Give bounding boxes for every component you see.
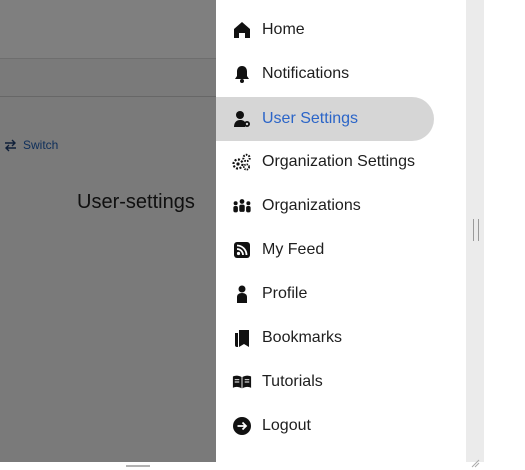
nav-item-organizations[interactable]: Organizations [216,184,434,228]
bookmarks-icon [232,328,252,348]
nav-item-label: Organizations [262,197,361,214]
nav-item-label: Tutorials [262,373,323,390]
user-settings-icon [232,109,252,129]
person-icon [232,284,252,304]
bell-icon [232,64,252,84]
nav-item-label: Notifications [262,65,350,82]
nav-item-notifications[interactable]: Notifications [216,52,434,96]
bottom-strip [0,462,525,470]
nav-item-bookmarks[interactable]: Bookmarks [216,316,434,360]
home-icon [232,20,252,40]
nav-item-label: Logout [262,417,311,434]
nav-item-label: User Settings [262,110,359,127]
people-icon [232,196,252,216]
nav-item-label: My Feed [262,241,325,258]
resize-grip-icon[interactable] [470,458,480,468]
resize-handle[interactable] [473,219,479,241]
nav-item-organization-settings[interactable]: Organization Settings [216,140,434,184]
gears-icon [232,152,252,172]
nav-item-profile[interactable]: Profile [216,272,434,316]
nav-item-label: Bookmarks [262,329,343,346]
app-window: Switch User-settings Home Notifications … [0,0,525,470]
nav-item-tutorials[interactable]: Tutorials [216,360,434,404]
nav-item-logout[interactable]: Logout [216,404,434,448]
bottom-resize-handle[interactable] [126,465,150,467]
nav-item-label: Organization Settings [262,153,415,170]
nav-item-my-feed[interactable]: My Feed [216,228,434,272]
nav-item-label: Home [262,21,305,38]
nav-item-user-settings[interactable]: User Settings [216,97,434,141]
book-open-icon [232,372,252,392]
nav-item-home[interactable]: Home [216,8,434,52]
logout-icon [232,416,252,436]
rss-icon [232,240,252,260]
nav-item-label: Profile [262,285,308,302]
